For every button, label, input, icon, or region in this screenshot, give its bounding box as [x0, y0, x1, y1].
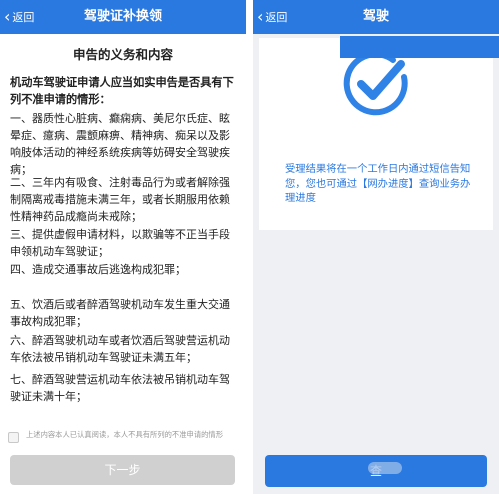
result-card: 受理结果将在一个工作日内通过短信告知您，您也可通过【网办进度】查询业务办理进度 — [259, 38, 493, 230]
redacted-smudge — [368, 462, 402, 474]
list-item: 四、造成交通事故后逃逸构成犯罪； — [10, 263, 186, 276]
agree-checkbox[interactable] — [8, 432, 19, 443]
redacted-band — [340, 36, 499, 58]
declaration-content: 申告的义务和内容 机动车驾驶证申请人应当如实申告是否具有下列不准申请的情形： 一… — [0, 34, 246, 494]
right-screen: ‹ 返回 驾驶 受理结果将在一个工作日内通过短信告知您，您也可通过【网办进度】查询… — [253, 0, 499, 494]
list-item: 六、醉酒驾驶机动车或者饮酒后驾驶营运机动车依法被吊销机动车驾驶证未满五年； — [10, 334, 230, 364]
agreement-text: 上述内容本人已认真阅读，本人不具有所列的不准申请的情形 — [26, 430, 224, 439]
page-title: 驾驶证补换领 — [83, 9, 162, 24]
lead-paragraph: 机动车驾驶证申请人应当如实申告是否具有下列不准申请的情形： — [10, 76, 234, 106]
section-heading: 申告的义务和内容 — [72, 47, 173, 62]
nav-bar: ‹ 返回 驾驶 — [253, 0, 499, 34]
list-item: 一、器质性心脏病、癫痫病、美尼尔氏症、眩晕症、癔病、震颤麻痹、精神病、痴呆以及影… — [10, 112, 230, 176]
list-item: 三、提供虚假申请材料，以欺骗等不正当手段申领机动车驾驶证； — [10, 228, 230, 258]
page-title: 驾驶 — [362, 9, 389, 24]
list-item: 二、三年内有吸食、注射毒品行为或者解除强制隔离戒毒措施未满三年，或者长期服用依赖… — [10, 176, 230, 223]
left-screen: ‹ 返回 驾驶证补换领 申告的义务和内容 机动车驾驶证申请人应当如实申告是否具有下… — [0, 0, 246, 494]
check-circle-icon — [341, 50, 411, 120]
list-item: 七、醉酒驾驶营运机动车依法被吊销机动车驾驶证未满十年； — [10, 373, 230, 403]
nav-bar: ‹ 返回 驾驶证补换领 — [0, 0, 246, 34]
agreement-row: 上述内容本人已认真阅读，本人不具有所列的不准申请的情形 — [8, 430, 238, 454]
result-message: 受理结果将在一个工作日内通过短信告知您，您也可通过【网办进度】查询业务办理进度 — [285, 163, 471, 204]
next-button[interactable]: 下一步 — [10, 455, 235, 485]
list-item: 五、饮酒后或者醉酒驾驶机动车发生重大交通事故构成犯罪； — [10, 298, 230, 328]
